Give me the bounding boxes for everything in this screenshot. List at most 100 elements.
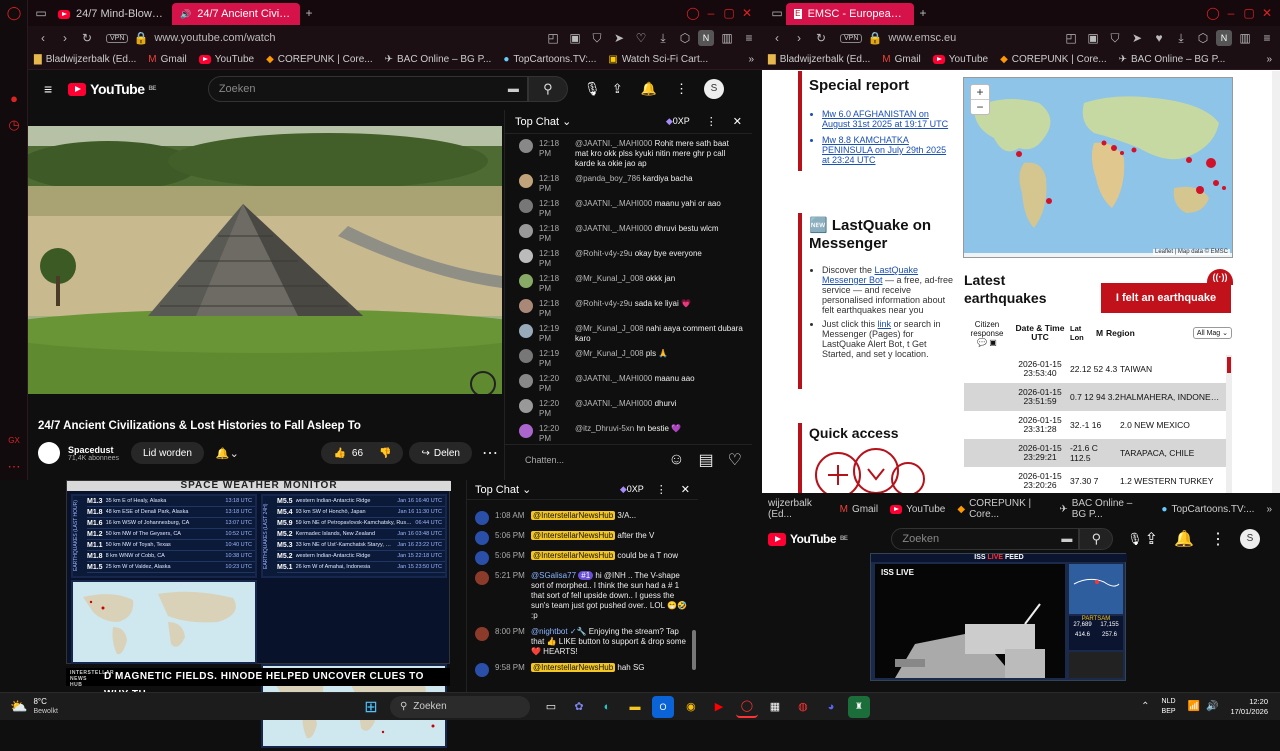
close-window-icon[interactable]: ✕ <box>738 6 756 20</box>
messenger-link[interactable]: link <box>878 319 892 329</box>
shield-icon[interactable]: ⛉ <box>588 31 606 46</box>
chat-more-icon[interactable]: ⋮ <box>706 115 717 128</box>
chat-username[interactable]: @Rohit-v4y-z9u <box>575 249 632 258</box>
chat-avatar[interactable] <box>519 224 533 238</box>
zoom-out-button[interactable]: − <box>971 100 989 114</box>
menu-icon[interactable]: ≡ <box>1258 31 1276 45</box>
quake-table-scrollbar[interactable] <box>1226 355 1232 493</box>
chat-avatar[interactable] <box>475 531 489 545</box>
file-explorer-icon[interactable]: ▬ <box>624 696 646 718</box>
bookmark-gmail[interactable]: M Gmail <box>840 504 878 515</box>
more-icon[interactable]: ⋮ <box>1210 529 1226 549</box>
chrome-icon[interactable]: ◉ <box>680 696 702 718</box>
bookmarks-more-icon[interactable]: » <box>1266 54 1272 65</box>
join-button[interactable]: Lid worden <box>131 442 204 464</box>
avatar[interactable]: S <box>704 79 724 99</box>
channel-avatar[interactable] <box>38 442 60 464</box>
crop-icon[interactable]: ▣ <box>566 31 584 45</box>
heart-icon[interactable]: ♡ <box>632 31 650 45</box>
keyboard-icon[interactable]: ▬ <box>508 83 519 95</box>
bookmarks-more-icon[interactable]: » <box>1266 504 1272 515</box>
chat-avatar[interactable] <box>519 349 533 363</box>
calculator-icon[interactable]: ▦ <box>764 696 786 718</box>
chat-username[interactable]: @SGalisa77 <box>531 571 576 580</box>
video-player[interactable] <box>28 126 502 394</box>
bookmark-topcartoons[interactable]: ● TopCartoons.TV:... <box>1161 504 1254 515</box>
teams-icon[interactable]: ✿ <box>568 696 590 718</box>
download-icon[interactable]: ⤓ <box>1172 31 1190 46</box>
super-chat-icon[interactable]: ▤ <box>699 450 714 470</box>
bookmark-gmail[interactable]: M Gmail <box>148 54 186 65</box>
maximize-icon[interactable]: ▢ <box>720 6 738 20</box>
bookmark-corepunk[interactable]: ◆ COREPUNK | Core... <box>1000 54 1107 65</box>
profile-n-icon[interactable]: N <box>1216 30 1232 46</box>
like-button[interactable]: 👍 66 👎 <box>321 442 404 464</box>
sidebar-gx-icon[interactable]: GX <box>0 428 28 454</box>
col-region[interactable]: Region <box>1106 328 1176 338</box>
report-link-kamchatka[interactable]: Mw 8.8 KAMCHATKA PENINSULA on July 29th … <box>822 135 952 165</box>
crop-icon[interactable]: ▣ <box>1084 31 1102 45</box>
upload-icon[interactable]: ⇪ <box>1145 529 1158 549</box>
tab-space[interactable]: 24/7 Mind-Blowing Space <box>50 3 172 25</box>
chat-username[interactable]: @JAATNI._.MAHI000 <box>575 399 652 408</box>
extensions-icon[interactable]: ⬡ <box>1194 31 1212 45</box>
task-view-icon[interactable]: ▭ <box>540 696 562 718</box>
mic-icon[interactable]: 🎙 <box>1127 532 1142 546</box>
panel-icon[interactable]: ▥ <box>718 31 736 45</box>
chat-close-icon[interactable]: ✕ <box>681 483 690 496</box>
download-icon[interactable]: ⤓ <box>654 31 672 46</box>
chat-username[interactable]: @nightbot ✓🔧 <box>531 627 586 636</box>
bookmark-bac[interactable]: ✈ BAC Online – BG P... <box>385 54 492 65</box>
col-datetime[interactable]: Date & Time UTC <box>1010 324 1070 342</box>
new-tab-icon[interactable]: + <box>914 6 932 20</box>
thumbs-down-icon[interactable]: 👎 <box>379 448 391 459</box>
windows-start-icon[interactable]: ⊞ <box>360 696 382 718</box>
iss-live-video[interactable]: ISS LIVE FEED ISS LIVE PARTSAM 27,689 17,… <box>870 553 1127 681</box>
chat-avatar[interactable] <box>519 424 533 438</box>
youtube-search-input[interactable]: Zoeken ▬ <box>207 76 528 102</box>
back-icon[interactable]: ‹ <box>34 31 52 45</box>
minimize-icon[interactable]: – <box>702 6 720 20</box>
opera-gx-icon[interactable]: ◯ <box>735 696 758 718</box>
back-icon[interactable]: ‹ <box>768 31 786 45</box>
chat-username[interactable]: @JAATNI._.MAHI000 <box>575 139 652 148</box>
bookmark-corepunk[interactable]: ◆ COREPUNK | Core... <box>957 498 1047 520</box>
scrollbar-thumb[interactable] <box>1227 357 1231 373</box>
top-chat-dropdown[interactable]: Top Chat ⌄ <box>475 483 531 496</box>
chat-username[interactable]: @panda_boy_786 <box>575 174 641 183</box>
search-tabs-icon[interactable]: ◯ <box>1204 6 1222 20</box>
tab-menu-icon[interactable]: ▭ <box>768 6 786 20</box>
profile-n-icon[interactable]: N <box>698 30 714 46</box>
chat-username[interactable]: @itz_Dhruvi-5xn <box>575 424 634 433</box>
youtube-logo[interactable]: YouTube BE <box>68 81 156 97</box>
wifi-icon[interactable]: 📶 <box>1188 701 1200 712</box>
col-latlon[interactable]: Lat Lon <box>1070 324 1096 342</box>
keyboard-icon[interactable]: ▬ <box>1061 533 1072 545</box>
hamburger-menu-icon[interactable]: ≡ <box>44 81 52 97</box>
camera-icon[interactable]: ◰ <box>1062 31 1080 45</box>
bell-icon[interactable]: 🔔 <box>1174 529 1194 549</box>
chat-username[interactable]: @Mr_Kunal_J_008 <box>575 324 644 333</box>
chat-username[interactable]: @JAATNI._.MAHI000 <box>575 199 652 208</box>
camera-icon[interactable]: ◰ <box>544 31 562 45</box>
bookmark-youtube[interactable]: YouTube <box>890 504 945 515</box>
bookmark-folder[interactable]: ▇ Bladwijzerbalk (Ed... <box>34 54 136 65</box>
bookmark-folder[interactable]: ▇ Bladwijzerbalk (Ed... <box>768 54 870 65</box>
chat-avatar[interactable] <box>475 627 489 641</box>
report-link-afghanistan[interactable]: Mw 6.0 AFGHANISTAN on August 31st 2025 a… <box>822 109 952 129</box>
avatar[interactable]: S <box>1240 529 1260 549</box>
discord-icon[interactable]: ◕ <box>820 696 842 718</box>
chat-more-icon[interactable]: ⋮ <box>656 483 667 496</box>
bookmark-bac[interactable]: ✈ BAC Online – BG P... <box>1119 54 1226 65</box>
youtube-app-icon[interactable]: ▶ <box>708 696 730 718</box>
chat-avatar[interactable] <box>519 199 533 213</box>
extensions-icon[interactable]: ⬡ <box>676 31 694 45</box>
minimize-icon[interactable]: – <box>1222 6 1240 20</box>
heart-react-icon[interactable]: ♡ <box>728 450 742 470</box>
send-icon[interactable]: ➤ <box>1128 31 1146 45</box>
send-icon[interactable]: ➤ <box>610 31 628 45</box>
bookmark-gmail[interactable]: M Gmail <box>882 54 920 65</box>
volume-icon[interactable]: 🔊 <box>1206 701 1218 712</box>
chat-username[interactable]: @JAATNI._.MAHI000 <box>575 374 652 383</box>
bell-subscribe-icon[interactable]: 🔔⌄ <box>216 447 239 460</box>
